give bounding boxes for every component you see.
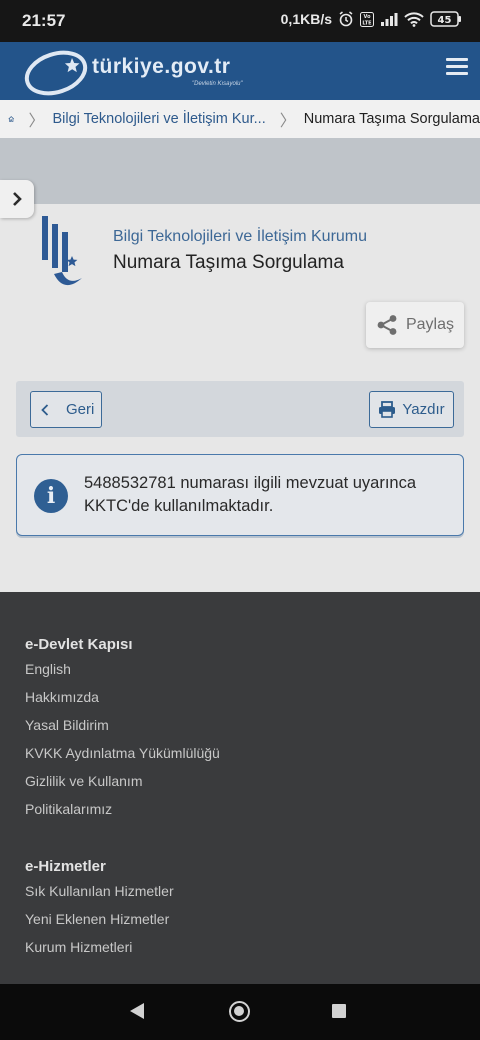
battery-level: 45 <box>438 15 452 26</box>
breadcrumb-current: Numara Taşıma Sorgulama <box>303 111 480 127</box>
breadcrumb: 〉 Bilgi Teknolojileri ve İletişim Kur...… <box>0 100 480 138</box>
top-navbar: türkiye.gov.tr "Devletin Kısayolu" <box>0 42 480 100</box>
status-time: 21:57 <box>22 11 66 30</box>
footer-link-legal[interactable]: Yasal Bildirim <box>25 717 109 733</box>
footer-link-english[interactable]: English <box>25 661 71 677</box>
breadcrumb-separator-icon: 〉 <box>279 113 296 130</box>
recents-square-icon[interactable] <box>332 1004 346 1018</box>
printer-icon <box>379 401 396 418</box>
institution-name: Bilgi Teknolojileri ve İletişim Kurumu <box>113 228 368 245</box>
print-button[interactable]: Yazdır <box>369 391 454 428</box>
battery-icon: 45 <box>430 11 461 27</box>
footer-link-about[interactable]: Hakkımızda <box>25 689 99 705</box>
status-icons: 0,1KB/s Vo LTE 45 <box>281 11 462 27</box>
home-icon[interactable] <box>8 109 15 129</box>
net-speed: 0,1KB/s <box>280 11 332 27</box>
breadcrumb-link-institution[interactable]: Bilgi Teknolojileri ve İletişim Kur... <box>52 111 265 127</box>
logo-wordmark: türkiye.gov.tr <box>92 55 231 78</box>
btk-logo-icon <box>42 216 82 286</box>
footer-link-policies[interactable]: Politikalarımız <box>25 801 112 817</box>
alert-message: 5488532781 numarası ilgili mevzuat uyarı… <box>84 474 417 515</box>
print-label: Yazdır <box>402 401 445 418</box>
svg-text:Vo: Vo <box>363 14 371 20</box>
turkiye-gov-logo[interactable]: türkiye.gov.tr "Devletin Kısayolu" <box>22 46 252 96</box>
chevron-right-icon <box>13 192 22 206</box>
footer-link-kvkk[interactable]: KVKK Aydınlatma Yükümlülüğü <box>25 745 220 761</box>
footer-link-frequent-services[interactable]: Sık Kullanılan Hizmetler <box>25 883 174 899</box>
system-navbar <box>0 984 480 1040</box>
info-alert: i 5488532781 numarası ilgili mevzuat uya… <box>16 454 464 536</box>
menu-icon[interactable] <box>446 58 468 78</box>
footer-link-institution-services[interactable]: Kurum Hizmetleri <box>25 939 132 955</box>
action-toolbar: Geri Yazdır <box>16 381 464 437</box>
main-content: Bilgi Teknolojileri ve İletişim Kurumu N… <box>0 204 480 592</box>
footer-link-new-services[interactable]: Yeni Eklenen Hizmetler <box>25 911 169 927</box>
share-button[interactable]: Paylaş <box>366 302 464 348</box>
share-label: Paylaş <box>405 316 455 333</box>
status-bar: 21:57 0,1KB/s Vo LTE 45 <box>0 0 480 42</box>
back-triangle-icon[interactable] <box>130 1003 144 1019</box>
signal-icon <box>381 13 398 26</box>
share-icon <box>377 315 397 335</box>
volte-icon: Vo LTE <box>360 11 374 27</box>
home-circle-icon[interactable] <box>229 1001 250 1022</box>
info-icon: i <box>34 479 68 513</box>
footer-link-privacy[interactable]: Gizlilik ve Kullanım <box>25 773 142 789</box>
alarm-icon <box>339 11 353 27</box>
svg-text:LTE: LTE <box>362 20 372 26</box>
footer-section-title-ehizmetler: e-Hizmetler <box>25 858 106 875</box>
page-title: Numara Taşıma Sorgulama <box>113 252 344 273</box>
wifi-icon <box>404 11 424 27</box>
logo-tagline: "Devletin Kısayolu" <box>192 81 243 87</box>
logo-swoosh-icon <box>24 50 88 96</box>
footer-section-title-edevlet: e-Devlet Kapısı <box>25 636 133 653</box>
side-panel-toggle[interactable] <box>0 180 34 218</box>
chevron-left-icon <box>41 403 49 416</box>
breadcrumb-separator-icon: 〉 <box>28 113 45 130</box>
footer: e-Devlet Kapısı English Hakkımızda Yasal… <box>0 592 480 984</box>
header-band <box>0 138 480 204</box>
back-label: Geri <box>66 401 95 418</box>
back-button[interactable]: Geri <box>30 391 102 428</box>
